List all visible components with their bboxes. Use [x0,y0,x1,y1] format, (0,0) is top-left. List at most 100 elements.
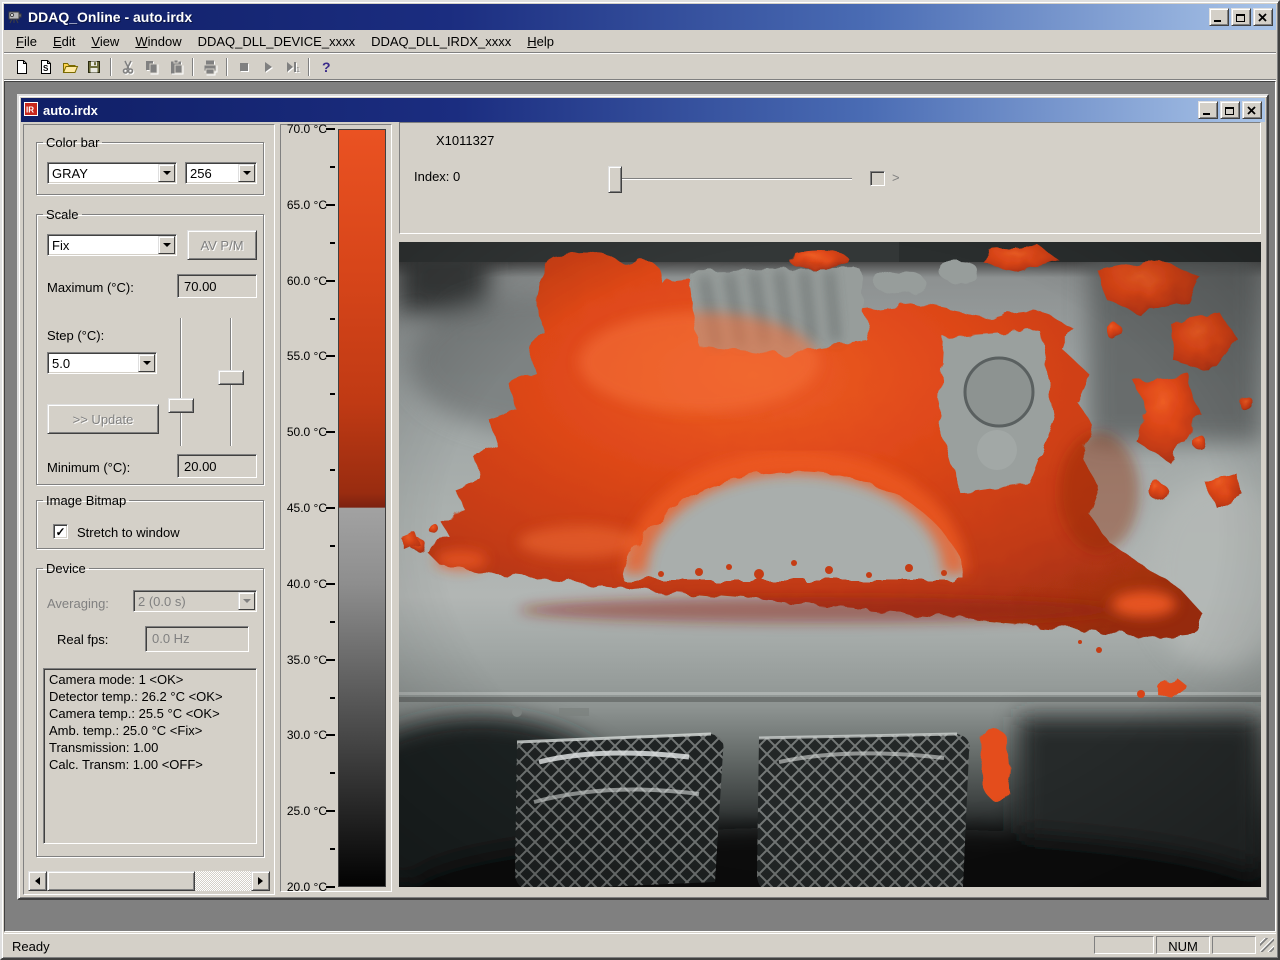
document-title-bar[interactable]: IR auto.irdx [21,98,1265,122]
paste-button [164,56,188,78]
menu-bar: File Edit View Window DDAQ_DLL_DEVICE_xx… [4,31,1276,53]
stretch-checkbox[interactable]: ✓ [53,524,68,539]
resize-grip[interactable] [1260,938,1274,952]
scroll-left-button[interactable] [28,871,47,891]
menu-ddaq-dll-device[interactable]: DDAQ_DLL_DEVICE_xxxx [190,31,364,52]
averaging-label: Averaging: [47,596,109,611]
camera-info-line: Calc. Transm: 1.00 <OFF> [49,757,203,772]
colorbar-group: Color bar GRAY 256 [36,135,264,195]
max-slider-track[interactable] [180,318,182,446]
menu-help[interactable]: Help [519,31,562,52]
colorscale-minor-tick [330,772,335,775]
colorscale-minor-tick [330,165,335,168]
play-single-button: 1 [280,56,304,78]
title-bar[interactable]: DDAQ_Online - auto.irdx [4,4,1276,30]
colorscale-tick [326,507,335,509]
levels-select[interactable]: 256 [185,162,257,184]
new-irdx-button[interactable]: S [34,56,58,78]
stop-button [232,56,256,78]
document-title: auto.irdx [43,102,98,118]
colorscale-tick [326,734,335,737]
index-slider-track[interactable] [616,178,852,180]
svg-text:IR: IR [26,105,34,114]
chevron-down-icon[interactable] [158,236,175,254]
stretch-label: Stretch to window [77,525,180,540]
colorscale-minor-tick [330,241,335,244]
new-file-button[interactable] [10,56,34,78]
auto-advance-checkbox[interactable] [870,171,885,186]
minimum-input[interactable]: 20.00 [177,454,257,478]
scroll-right-button[interactable] [251,871,270,891]
check-icon: ✓ [55,524,66,539]
camera-info-list[interactable]: Camera mode: 1 <OK> Detector temp.: 26.2… [43,668,257,844]
colorbar-group-title: Color bar [46,135,100,150]
thermal-image-canvas [399,242,1261,887]
camera-info-line: Camera temp.: 25.5 °C <OK> [49,706,220,721]
colorscale-label: 40.0 °C [286,576,327,591]
max-slider-thumb[interactable] [168,398,194,413]
scale-group-title: Scale [46,207,79,222]
minimize-button[interactable] [1209,8,1229,26]
avpm-button: AV P/M [187,230,257,260]
svg-text:?: ? [322,59,331,75]
menu-edit[interactable]: Edit [45,31,83,52]
document-maximize-button[interactable] [1220,101,1240,119]
close-button[interactable] [1253,8,1273,26]
maximize-button[interactable] [1231,8,1251,26]
colorscale-label: 25.0 °C [286,804,327,819]
print-button [198,56,222,78]
control-panel: Color bar GRAY 256 Scale Fix AV P/M Maxi… [23,124,275,895]
help-button[interactable]: ? [314,56,338,78]
index-label: Index: 0 [414,169,461,184]
colorscale-tick [326,279,335,282]
colorscale-minor-tick [330,620,335,623]
camera-info-line: Amb. temp.: 25.0 °C <Fix> [49,723,203,738]
document-content: Color bar GRAY 256 Scale Fix AV P/M Maxi… [21,122,1265,896]
colorscale-minor-tick [330,696,335,699]
mdi-area: IR auto.irdx Color bar GRAY 256 Scale Fi… [4,81,1276,932]
maximum-label: Maximum (°C): [47,280,134,295]
status-bar: Ready NUM [4,934,1276,956]
viewer-info-panel: X1011327 Index: 0 > [399,122,1261,234]
scale-mode-select[interactable]: Fix [47,234,177,256]
scrollbar-track[interactable] [195,871,251,891]
svg-text:S: S [43,64,49,73]
scrollbar-thumb[interactable] [47,871,195,891]
step-select[interactable]: 5.0 [47,352,157,374]
menu-ddaq-dll-irdx[interactable]: DDAQ_DLL_IRDX_xxxx [363,31,519,52]
colorscale-label: 30.0 °C [286,728,327,743]
realfps-value: 0.0 Hz [145,626,249,652]
toolbar-separator [110,57,112,76]
levels-value: 256 [190,166,212,181]
chevron-down-icon[interactable] [138,354,155,372]
colorscale-label: 50.0 °C [286,425,327,440]
colorscale-tick [326,810,335,813]
index-slider-thumb[interactable] [608,166,622,193]
menu-file[interactable]: File [8,31,45,52]
min-slider-thumb[interactable] [218,370,244,385]
chevron-down-icon[interactable] [238,164,255,182]
camera-info-line: Detector temp.: 26.2 °C <OK> [49,689,223,704]
scale-group: Scale Fix AV P/M Maximum (°C): 70.00 Ste… [36,207,264,485]
colorscale-tick [326,658,335,661]
toolbar-separator [308,57,310,76]
chevron-down-icon[interactable] [158,164,175,182]
document-window: IR auto.irdx Color bar GRAY 256 Scale Fi… [17,94,1269,900]
open-file-button[interactable] [58,56,82,78]
panel-horizontal-scrollbar[interactable] [28,871,270,891]
save-file-button[interactable] [82,56,106,78]
colorscale-label: 35.0 °C [286,652,327,667]
device-group-title: Device [46,561,86,576]
palette-select[interactable]: GRAY [47,162,177,184]
copy-button [140,56,164,78]
menu-view[interactable]: View [83,31,127,52]
thermal-image[interactable] [399,242,1261,887]
menu-window[interactable]: Window [127,31,189,52]
document-minimize-button[interactable] [1198,101,1218,119]
irdx-document-icon: IR [24,101,38,119]
toolbar-separator [226,57,228,76]
chevron-down-icon [238,592,255,610]
minimum-label: Minimum (°C): [47,460,131,475]
document-close-button[interactable] [1242,101,1262,119]
maximum-input[interactable]: 70.00 [177,274,257,298]
